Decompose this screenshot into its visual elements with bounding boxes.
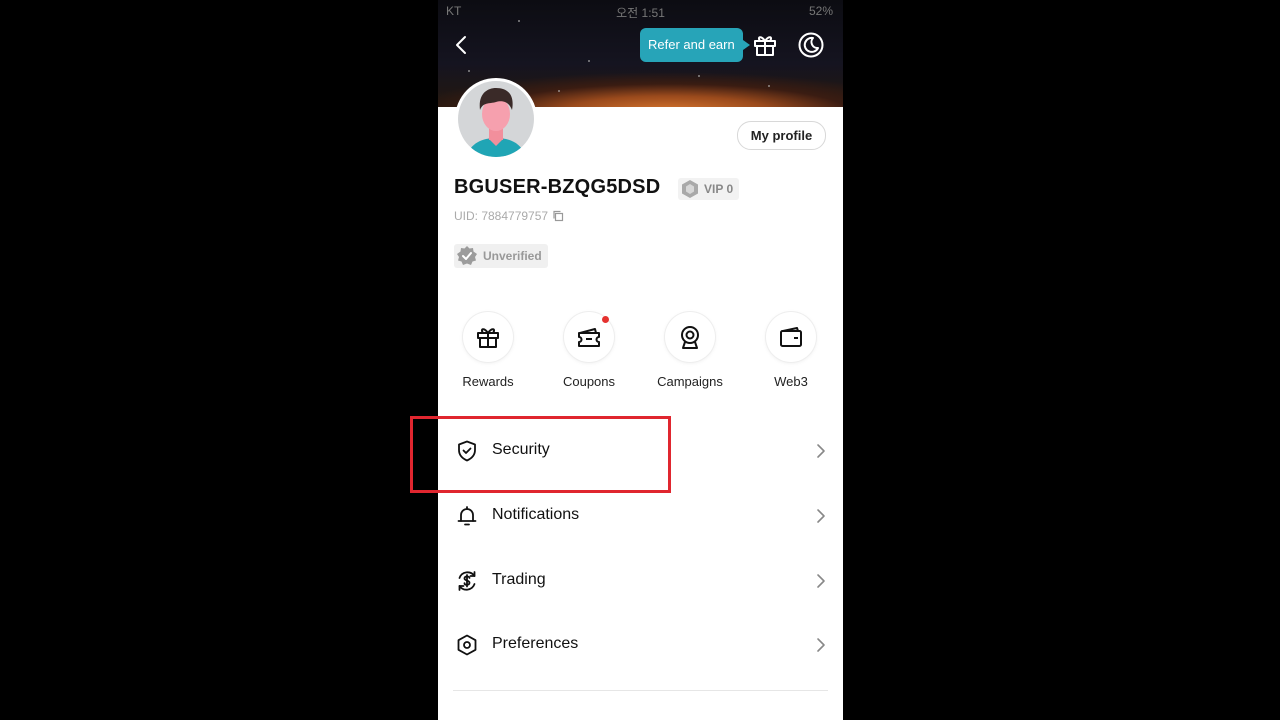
gift-icon xyxy=(477,328,499,348)
gift-icon xyxy=(754,36,776,56)
hexagon-settings-icon xyxy=(457,634,477,656)
my-profile-button[interactable]: My profile xyxy=(737,121,826,150)
shortcut-label: Web3 xyxy=(774,374,808,389)
shortcut-circle xyxy=(665,312,715,362)
moon-icon xyxy=(798,32,824,58)
shortcut-campaigns[interactable]: Campaigns xyxy=(650,312,730,389)
uid-row: UID: 7884779757 xyxy=(454,209,564,223)
shortcut-coupons[interactable]: Coupons xyxy=(549,312,629,389)
bell-icon xyxy=(457,506,477,526)
chevron-left-icon xyxy=(456,36,466,54)
coupon-icon xyxy=(578,328,600,347)
verification-label: Unverified xyxy=(483,249,542,263)
shortcut-circle xyxy=(766,312,816,362)
verified-badge-icon xyxy=(457,246,477,265)
menu-item-label: Preferences xyxy=(492,635,579,652)
shortcut-label: Rewards xyxy=(462,374,514,389)
uid-label: UID: 7884779757 xyxy=(454,209,549,223)
menu-item-label: Trading xyxy=(492,571,546,588)
shortcut-circle xyxy=(463,312,513,362)
shortcut-label: Campaigns xyxy=(657,374,723,389)
menu-item-trading[interactable]: Trading xyxy=(438,556,843,606)
menu-item-label: Notifications xyxy=(492,506,580,523)
dark-mode-toggle[interactable] xyxy=(797,31,825,59)
wallet-icon xyxy=(780,327,802,347)
shortcut-rewards[interactable]: Rewards xyxy=(448,312,528,389)
shortcut-circle xyxy=(564,312,614,362)
back-button[interactable] xyxy=(452,32,472,58)
user-avatar-icon xyxy=(456,79,536,159)
notification-badge xyxy=(602,316,609,323)
menu-item-notifications[interactable]: Notifications xyxy=(438,491,843,541)
copy-icon[interactable] xyxy=(552,210,564,222)
refer-and-earn-button[interactable]: Refer and earn xyxy=(640,28,750,62)
chevron-right-icon xyxy=(817,509,825,523)
status-time: 오전 1:51 xyxy=(616,6,665,20)
gift-button[interactable] xyxy=(751,31,779,59)
chevron-right-icon xyxy=(817,574,825,588)
highlight-box xyxy=(410,416,671,493)
menu-item-preferences[interactable]: Preferences xyxy=(438,620,843,670)
dollar-exchange-icon xyxy=(458,571,476,591)
vip-hexagon-icon xyxy=(682,180,698,198)
chevron-right-icon xyxy=(817,638,825,652)
shortcut-web3[interactable]: Web3 xyxy=(751,312,831,389)
avatar[interactable] xyxy=(455,78,537,160)
chevron-right-icon xyxy=(817,444,825,458)
vip-badge[interactable]: VIP 0 xyxy=(678,178,740,200)
vip-label: VIP 0 xyxy=(704,182,734,196)
verification-status-badge[interactable]: Unverified xyxy=(454,244,548,268)
divider xyxy=(453,690,828,691)
username: BGUSER-BZQG5DSD xyxy=(454,176,661,198)
status-bar: KT 오전 1:51 52% xyxy=(438,0,843,22)
app-screen: KT 오전 1:51 52% Refer and earn My profile… xyxy=(438,0,843,720)
medal-icon xyxy=(681,326,699,349)
shortcut-label: Coupons xyxy=(562,374,616,389)
status-battery: 52% xyxy=(808,4,833,18)
